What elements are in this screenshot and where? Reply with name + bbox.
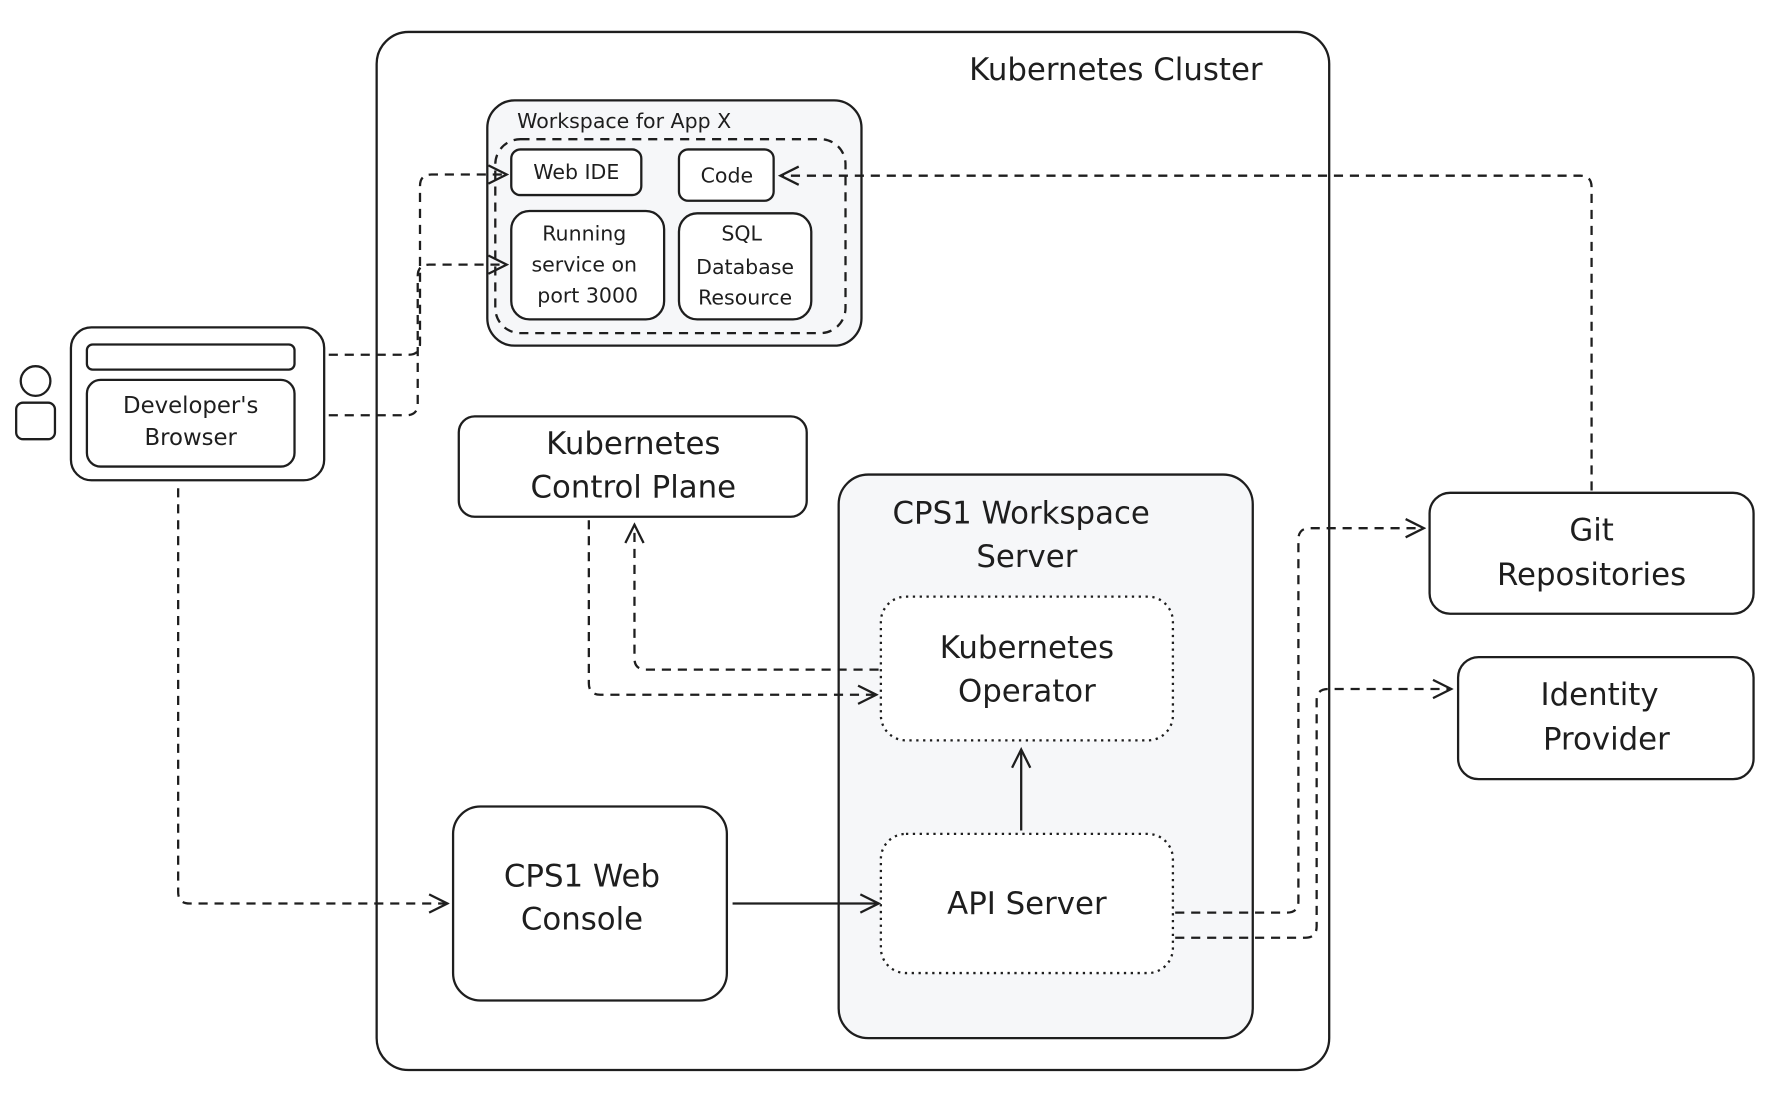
git-label: Repositories [1497,557,1686,593]
kubernetes-control-plane: Kubernetes Control Plane [457,415,808,518]
web-ide-label: Web IDE [533,160,619,184]
control-plane-label: Kubernetes [546,426,720,462]
sql-line: SQL [721,222,762,246]
cps1-workspace-server: CPS1 Workspace Server Kubernetes Operato… [837,473,1254,1040]
cluster-title: Kubernetes Cluster [969,52,1263,88]
idp-label: Identity [1541,677,1659,713]
operator-label: Operator [958,674,1096,710]
architecture-diagram: Kubernetes Cluster Workspace for App X W… [15,30,1755,1072]
control-plane-label: Control Plane [531,469,737,505]
api-server-label: API Server [947,886,1107,922]
running-line: Running [542,222,626,246]
code-label: Code [701,164,754,188]
operator-label: Kubernetes [940,630,1114,666]
running-line: port 3000 [537,283,638,307]
git-label: Git [1569,513,1614,549]
developer-user-icon [15,365,57,441]
browser-label: Browser [145,425,238,451]
sql-line: Resource [698,286,792,310]
idp-label: Provider [1543,721,1670,757]
cps1-web-console: CPS1 Web Console [451,805,729,1002]
web-console-label: CPS1 Web [504,858,660,894]
cps1-server-label: CPS1 Workspace [893,496,1150,532]
cps1-server-label: Server [976,539,1077,575]
kubernetes-operator-box [879,595,1175,742]
workspace-app-x: Workspace for App X Web IDE Code Running… [486,99,863,347]
identity-provider: Identity Provider [1456,655,1755,781]
browser-address-bar [85,343,296,371]
sql-line: Database [696,255,794,279]
workspace-title: Workspace for App X [517,109,731,133]
running-line: service on [531,253,637,277]
browser-label: Developer's [123,393,258,419]
developers-browser: Developer's Browser [69,326,326,482]
git-repositories: Git Repositories [1428,491,1755,615]
web-console-label: Console [521,902,643,938]
